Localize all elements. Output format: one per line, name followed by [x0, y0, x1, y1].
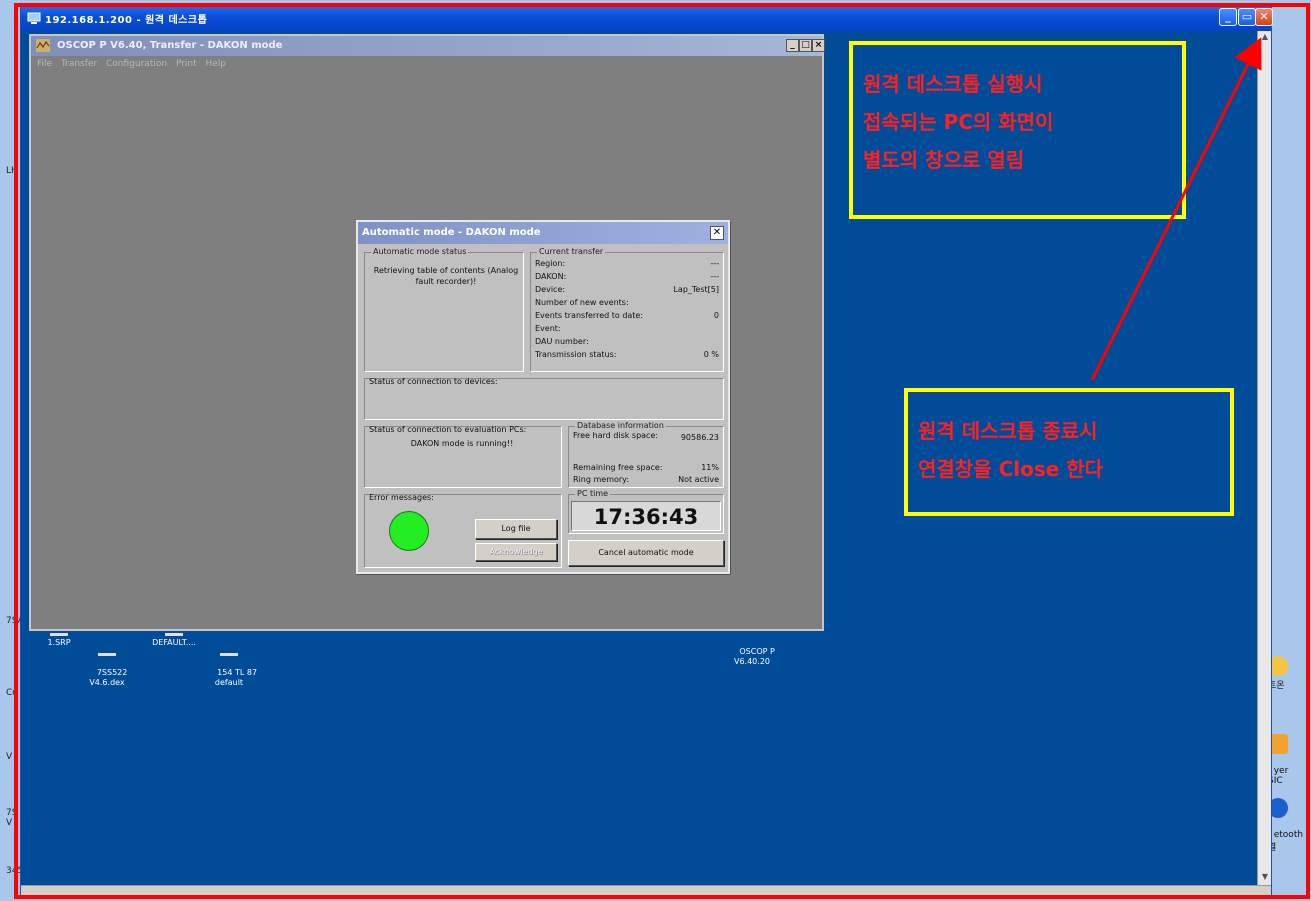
callout-line: 연결창을 Close 한다 — [918, 457, 1104, 481]
callout-line: 원격 데스크톱 종료시 — [918, 419, 1098, 443]
callout-line: 원격 데스크톱 실행시 — [863, 72, 1043, 96]
local-desktop-label: V — [6, 752, 13, 762]
callout-line: 별도의 창으로 열림 — [863, 148, 1025, 172]
callout-close-window: 원격 데스크톱 종료시 연결창을 Close 한다 — [904, 388, 1234, 516]
callout-line: 접속되는 PC의 화면이 — [863, 110, 1054, 134]
callout-open-window: 원격 데스크톱 실행시 접속되는 PC의 화면이 별도의 창으로 열림 — [849, 41, 1186, 219]
